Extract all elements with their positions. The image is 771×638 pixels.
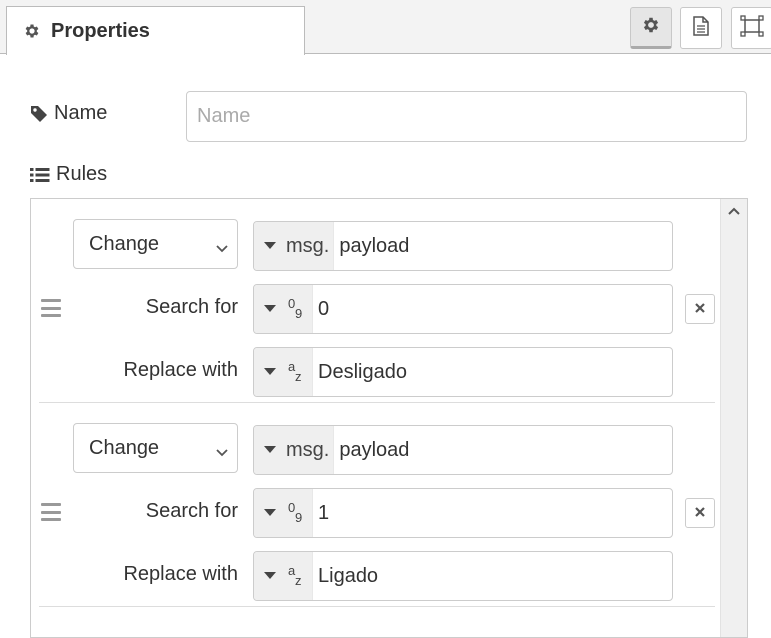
target-value: payload — [339, 438, 410, 461]
replace-type-button[interactable]: az — [254, 552, 313, 600]
tab-bar: Properties — [0, 0, 771, 55]
close-icon — [695, 504, 705, 522]
search-for-input[interactable]: 09 0 — [253, 284, 673, 334]
cog-icon — [23, 22, 41, 40]
search-for-label: Search for — [145, 296, 238, 318]
tab-properties[interactable]: Properties — [6, 6, 305, 55]
replace-with-label: Replace with — [123, 563, 238, 585]
appearance-view-button[interactable] — [731, 7, 771, 49]
close-icon — [695, 300, 705, 318]
rule-action-value: Change — [89, 232, 160, 255]
caret-down-icon — [264, 572, 276, 580]
name-input[interactable] — [186, 91, 747, 142]
target-type-button[interactable]: msg. — [254, 426, 335, 474]
search-for-label: Search for — [145, 500, 238, 522]
target-type-button[interactable]: msg. — [254, 222, 335, 270]
search-value: 1 — [318, 501, 330, 524]
chevron-down-icon — [215, 237, 229, 260]
search-value: 0 — [318, 297, 330, 320]
replace-value: Ligado — [318, 564, 379, 587]
name-label-text: Name — [54, 102, 108, 124]
search-for-input[interactable]: 09 1 — [253, 488, 673, 538]
target-value: payload — [339, 234, 410, 257]
rule-action-value: Change — [89, 436, 160, 459]
rule-target-input[interactable]: msg. payload — [253, 221, 673, 271]
rule-target-input[interactable]: msg. payload — [253, 425, 673, 475]
replace-with-input[interactable]: az Desligado — [253, 347, 673, 397]
caret-down-icon — [264, 242, 276, 250]
replace-with-label: Replace with — [123, 359, 238, 381]
rules-list: Change msg. payload Search for 09 0 Repl… — [30, 198, 748, 638]
rule-item: Change msg. payload Search for 09 1 Repl… — [39, 403, 715, 607]
chevron-down-icon — [215, 441, 229, 464]
tag-icon — [30, 105, 48, 123]
rule-action-select[interactable]: Change — [73, 423, 238, 473]
chevron-up-icon[interactable] — [726, 205, 742, 217]
delete-rule-button[interactable] — [685, 498, 715, 528]
caret-down-icon — [264, 509, 276, 517]
list-icon — [30, 167, 50, 183]
number-type-icon: 09 — [288, 296, 303, 321]
frame-icon — [740, 14, 764, 42]
rule-item: Change msg. payload Search for 09 0 Repl… — [39, 199, 715, 403]
search-type-button[interactable]: 09 — [254, 489, 313, 537]
string-type-icon: az — [288, 359, 302, 384]
caret-down-icon — [264, 368, 276, 376]
tab-properties-label: Properties — [51, 19, 150, 42]
number-type-icon: 09 — [288, 500, 303, 525]
description-view-button[interactable] — [680, 7, 722, 49]
gear-icon — [641, 15, 661, 40]
rule-action-select[interactable]: Change — [73, 219, 238, 269]
name-label: Name — [30, 102, 107, 125]
caret-down-icon — [264, 446, 276, 454]
replace-type-button[interactable]: az — [254, 348, 313, 396]
search-type-button[interactable]: 09 — [254, 285, 313, 333]
rules-scrollbar[interactable] — [720, 199, 747, 637]
replace-value: Desligado — [318, 360, 407, 383]
replace-with-input[interactable]: az Ligado — [253, 551, 673, 601]
rules-label: Rules — [30, 163, 107, 186]
delete-rule-button[interactable] — [685, 294, 715, 324]
properties-view-button[interactable] — [630, 7, 672, 49]
msg-prefix: msg. — [286, 234, 330, 257]
document-icon — [692, 15, 710, 41]
string-type-icon: az — [288, 563, 302, 588]
msg-prefix: msg. — [286, 438, 330, 461]
rules-label-text: Rules — [56, 163, 108, 185]
caret-down-icon — [264, 305, 276, 313]
